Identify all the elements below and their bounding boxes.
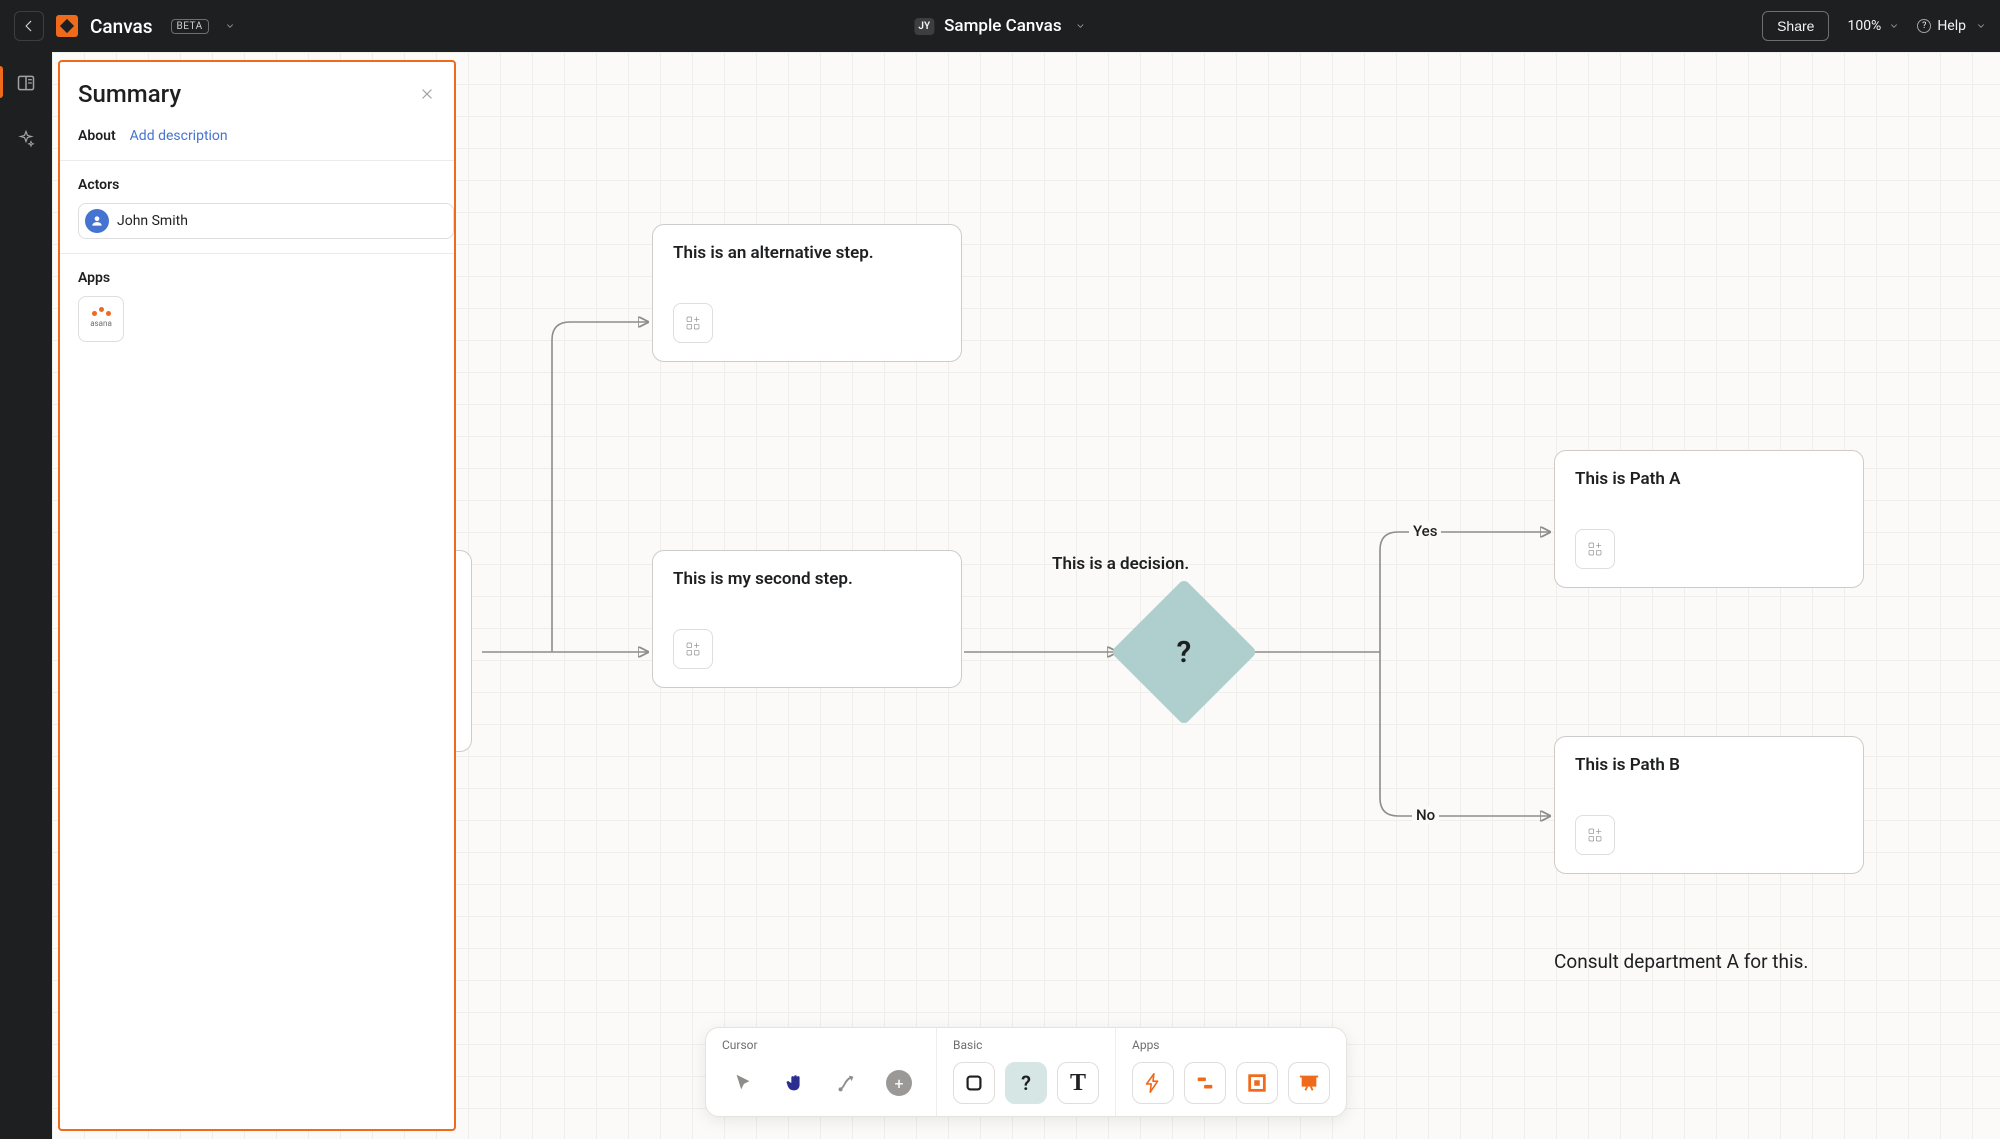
add-description-link[interactable]: Add description: [130, 128, 228, 144]
active-tab-indicator: [0, 66, 3, 98]
panel-icon: [16, 73, 36, 93]
card-text: This is Path A: [1575, 469, 1843, 489]
card-text: This is an alternative step.: [673, 243, 941, 263]
tool-step-node[interactable]: [953, 1062, 995, 1104]
app-chip-label: asana: [90, 319, 112, 328]
tool-app-present[interactable]: [1288, 1062, 1330, 1104]
person-icon: [85, 209, 109, 233]
document-header[interactable]: JY Sample Canvas: [914, 16, 1085, 36]
card-node-path-b[interactable]: This is Path B: [1554, 736, 1864, 874]
owner-initials-badge: JY: [914, 18, 934, 35]
sparkle-icon: [16, 129, 36, 149]
app-logo-icon: [56, 15, 78, 37]
hand-icon: [784, 1072, 806, 1094]
text-icon: T: [1070, 1070, 1086, 1097]
beta-badge: BETA: [171, 19, 209, 34]
tool-connector[interactable]: [826, 1062, 868, 1104]
add-widget-button[interactable]: [1575, 529, 1615, 569]
summary-panel-toggle[interactable]: [11, 68, 41, 98]
arrow-left-icon: [22, 19, 36, 33]
widget-add-icon: [685, 641, 701, 657]
tool-app-bolt[interactable]: [1132, 1062, 1174, 1104]
about-row: About Add description: [60, 118, 454, 160]
tool-app-shapes[interactable]: [1184, 1062, 1226, 1104]
summary-panel-title: Summary: [78, 80, 181, 108]
widget-add-icon: [1587, 827, 1603, 843]
apps-heading: Apps: [60, 254, 454, 296]
tool-text[interactable]: T: [1057, 1062, 1099, 1104]
square-icon: [963, 1072, 985, 1094]
actors-heading: Actors: [60, 161, 454, 203]
about-label: About: [78, 128, 116, 144]
canvas-area[interactable]: This is an alternative step. This is my …: [52, 52, 2000, 1139]
presentation-icon: [1298, 1072, 1320, 1094]
share-button[interactable]: Share: [1762, 11, 1829, 41]
tool-hand[interactable]: [774, 1062, 816, 1104]
left-rail: [0, 52, 52, 1139]
comment-add-icon: +: [886, 1070, 912, 1096]
widget-add-icon: [1587, 541, 1603, 557]
add-widget-button[interactable]: [673, 303, 713, 343]
chevron-down-icon: [1976, 21, 1986, 31]
toolbar-heading-basic: Basic: [953, 1038, 1099, 1052]
decision-node[interactable]: ?: [1110, 578, 1257, 725]
cursor-icon: [732, 1072, 754, 1094]
connector-icon: [836, 1072, 858, 1094]
toolbar-section-cursor: Cursor +: [706, 1028, 937, 1116]
card-node-second-step[interactable]: This is my second step.: [652, 550, 962, 688]
app-chip-asana[interactable]: asana: [78, 296, 124, 342]
toolbar-heading-apps: Apps: [1132, 1038, 1330, 1052]
widget-add-icon: [685, 315, 701, 331]
tool-comment[interactable]: +: [878, 1062, 920, 1104]
card-node-path-a[interactable]: This is Path A: [1554, 450, 1864, 588]
help-icon: ?: [1917, 19, 1931, 33]
asana-logo-icon: [92, 311, 111, 316]
help-dropdown[interactable]: ? Help: [1917, 18, 1986, 34]
add-widget-button[interactable]: [673, 629, 713, 669]
close-panel-button[interactable]: [418, 85, 436, 103]
summary-panel: Summary About Add description Actors Joh…: [58, 60, 456, 1131]
close-icon: [420, 87, 434, 101]
toolbar-section-apps: Apps: [1116, 1028, 1346, 1116]
shapes-icon: [1194, 1072, 1216, 1094]
ai-sparkle-button[interactable]: [11, 124, 41, 154]
top-bar: Canvas BETA JY Sample Canvas Share 100% …: [0, 0, 2000, 52]
top-bar-left: Canvas BETA: [14, 11, 235, 41]
decision-symbol: ?: [1177, 634, 1192, 669]
back-button[interactable]: [14, 11, 44, 41]
toolbar-heading-cursor: Cursor: [722, 1038, 920, 1052]
frame-icon: [1246, 1072, 1268, 1094]
tool-app-frame[interactable]: [1236, 1062, 1278, 1104]
bottom-toolbar: Cursor + Basic: [705, 1027, 1347, 1117]
zoom-dropdown[interactable]: 100%: [1847, 18, 1899, 34]
canvas-text-annotation[interactable]: Consult department A for this.: [1554, 950, 1808, 973]
actor-name: John Smith: [117, 213, 188, 229]
help-label: Help: [1937, 18, 1966, 34]
actor-chip[interactable]: John Smith: [78, 203, 454, 239]
tool-cursor[interactable]: [722, 1062, 764, 1104]
bolt-icon: [1142, 1072, 1164, 1094]
card-node-alt-step[interactable]: This is an alternative step.: [652, 224, 962, 362]
edge-label-yes[interactable]: Yes: [1409, 522, 1441, 540]
chevron-down-icon[interactable]: [225, 21, 235, 31]
document-title: Sample Canvas: [944, 16, 1061, 36]
card-text: This is Path B: [1575, 755, 1843, 775]
app-title: Canvas: [90, 15, 153, 38]
add-widget-button[interactable]: [1575, 815, 1615, 855]
question-mark-icon: ?: [1021, 1071, 1031, 1095]
card-text: This is my second step.: [673, 569, 941, 589]
chevron-down-icon[interactable]: [1076, 21, 1086, 31]
chevron-down-icon: [1889, 21, 1899, 31]
toolbar-section-basic: Basic ? T: [937, 1028, 1116, 1116]
tool-decision-node[interactable]: ?: [1005, 1062, 1047, 1104]
top-bar-right: Share 100% ? Help: [1762, 11, 1986, 41]
decision-node-label: This is a decision.: [1052, 554, 1189, 574]
edge-label-no[interactable]: No: [1412, 806, 1439, 824]
zoom-value: 100%: [1847, 18, 1881, 34]
